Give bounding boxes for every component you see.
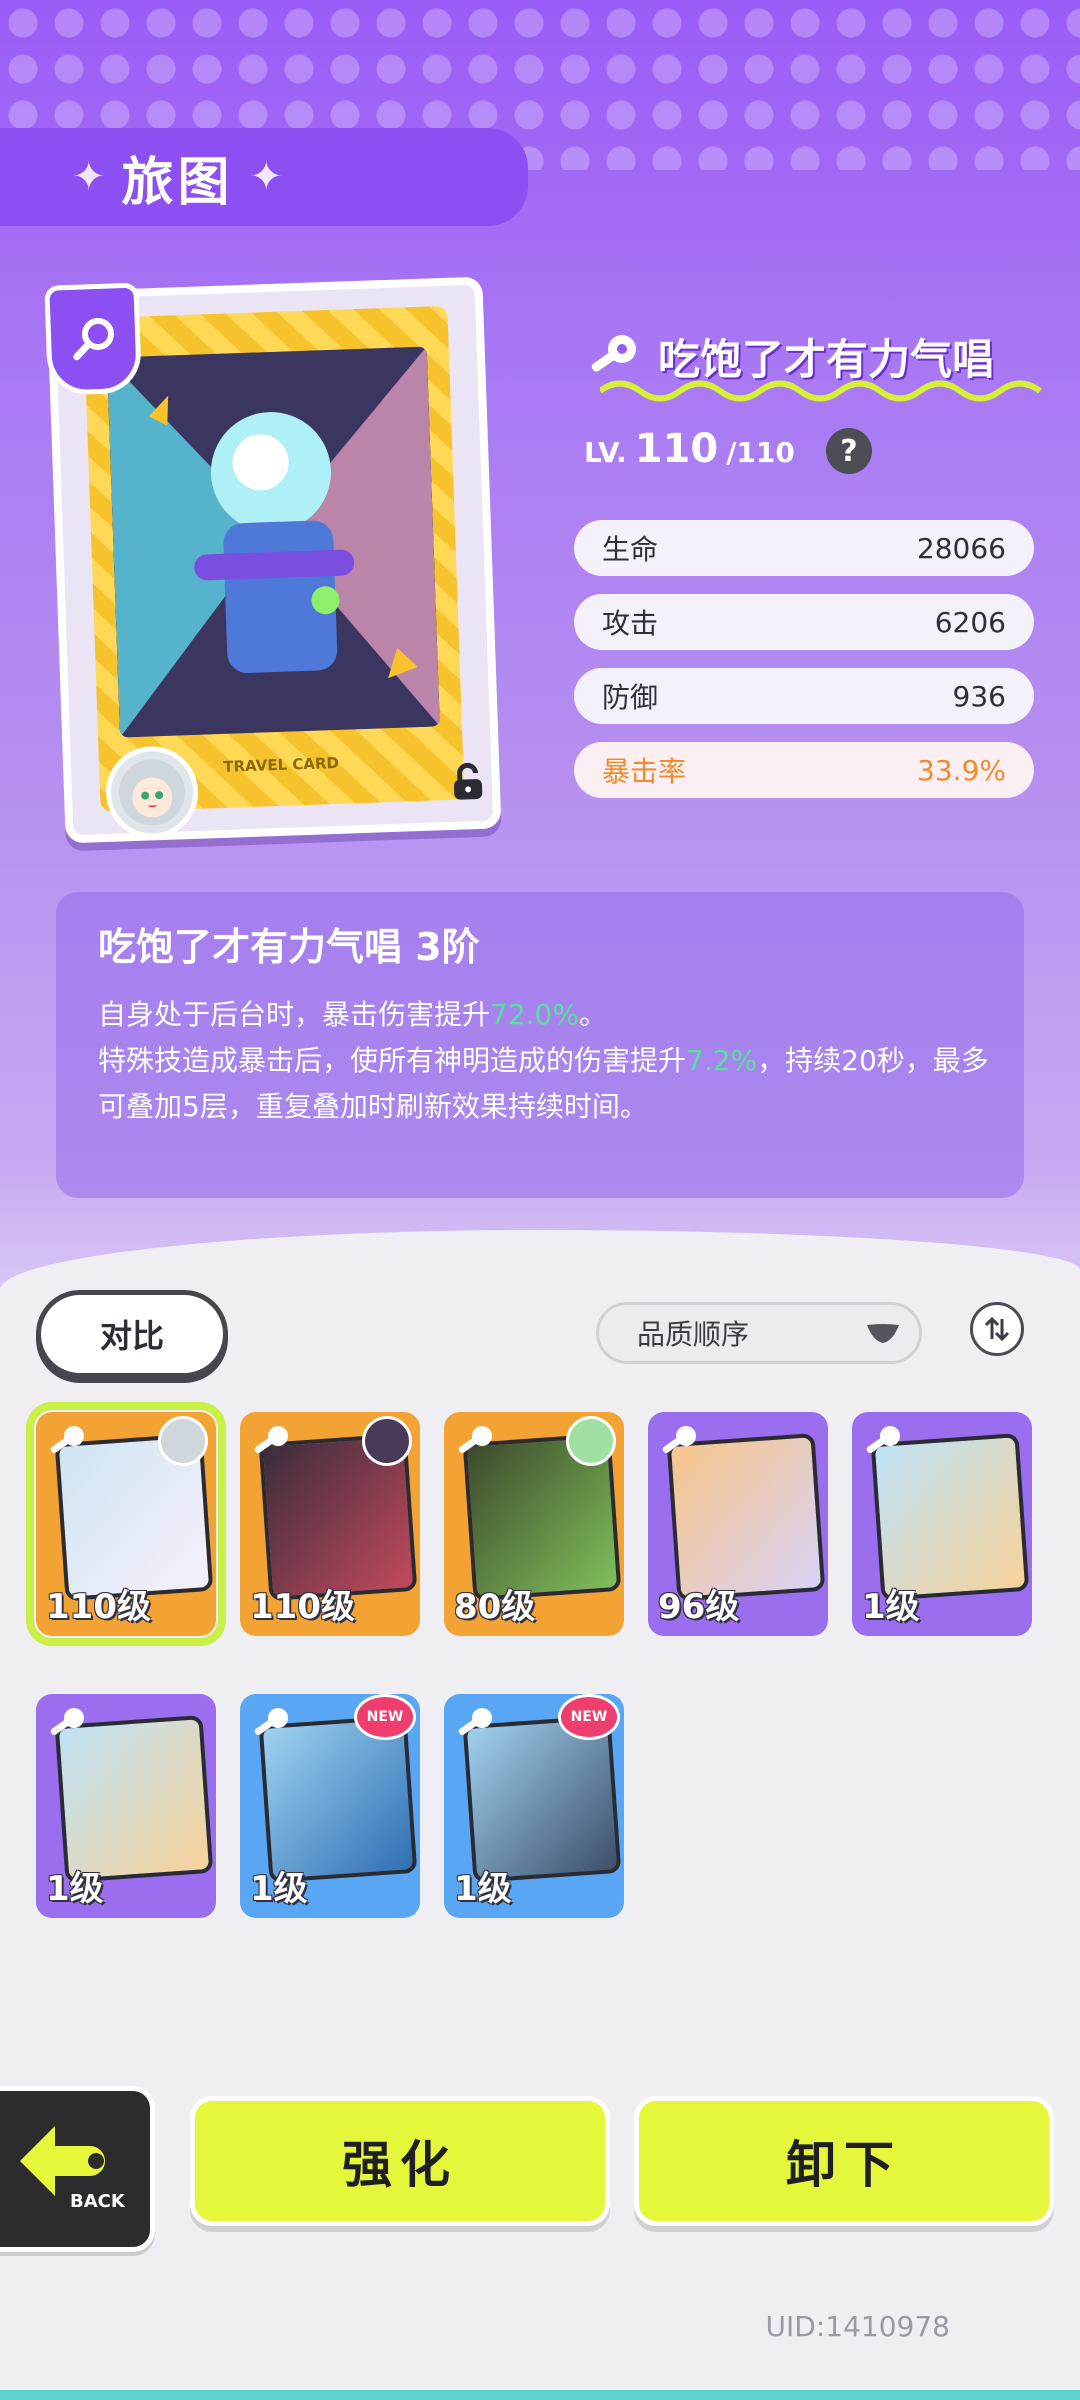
key-icon [458,1426,492,1454]
magnifier-icon [73,318,115,361]
tile-level: 110级 [250,1587,355,1627]
skill-text: 自身处于后台时，暴击伤害提升72.0%。 特殊技造成暴击后，使所有神明造成的伤害… [98,992,998,1130]
stat-hp: 生命 28066 [574,520,1034,576]
unequip-button[interactable]: 卸下 [634,2096,1054,2226]
sparkle-icon: ✦ [72,154,106,200]
card-frame: TRAVEL CARD [83,305,465,813]
card-tile[interactable]: 1级 [852,1412,1032,1636]
stat-value: 936 [952,679,1006,713]
tile-level: 1级 [46,1869,104,1909]
user-id: UID:1410978 [765,2310,950,2343]
sort-arrows-icon [984,1316,1010,1342]
avatar [566,1416,616,1466]
level-max: /110 [726,436,795,469]
skill-title: 吃饱了才有力气唱 3阶 [98,925,480,969]
card-tile[interactable]: 110级 [240,1412,420,1636]
new-badge: NEW [558,1694,620,1740]
tile-level: 1级 [250,1869,308,1909]
stat-value: 28066 [916,531,1006,565]
level-display: LV. 110 /110 [584,426,795,472]
key-icon [662,1426,696,1454]
stat-label: 暴击率 [602,755,687,788]
desc-text: 。 [578,998,607,1031]
key-icon [458,1708,492,1736]
page-title: 旅图 [121,152,234,213]
card-tile[interactable]: NEW 1级 [444,1694,624,1918]
sparkle-icon: ✦ [249,154,284,200]
card-tile[interactable]: 96级 [648,1412,828,1636]
avatar [158,1416,208,1466]
desc-highlight: 7.2% [686,1044,758,1077]
stat-crit-rate: 暴击率 33.9% [574,742,1034,798]
card-tile[interactable]: NEW 1级 [240,1694,420,1918]
compare-button[interactable]: 对比 [36,1290,228,1378]
lock-icon[interactable] [447,761,488,802]
key-icon [254,1426,288,1454]
stat-label: 防御 [602,681,659,714]
help-icon[interactable]: ? [826,428,872,474]
tile-level: 80级 [454,1587,536,1627]
character-face-icon [119,759,186,826]
title-banner: ✦ 旅图 ✦ [0,128,528,226]
character-illustration [106,346,440,738]
key-icon [50,1708,84,1736]
card-tile[interactable]: 1级 [36,1694,216,1918]
card-tile[interactable]: 80级 [444,1412,624,1636]
stat-value: 6206 [934,605,1006,639]
tile-level: 110级 [46,1587,151,1627]
tile-level: 1级 [862,1587,920,1627]
magnifier-badge[interactable] [44,282,143,396]
key-icon [50,1426,84,1454]
desc-text: 特殊技造成暴击后，使所有神明造成的伤害提升 [98,1044,687,1077]
stat-label: 生命 [602,533,659,566]
level-value: 110 [634,426,719,472]
back-button[interactable]: BACK [0,2086,155,2252]
skill-description-panel: 吃饱了才有力气唱 3阶 自身处于后台时，暴击伤害提升72.0%。 特殊技造成暴击… [56,892,1024,1198]
bottom-accent-bar [0,2390,1080,2400]
sort-order-toggle[interactable] [970,1302,1024,1356]
enhance-button[interactable]: 强化 [190,2096,610,2226]
name-underline [600,380,1042,402]
sort-dropdown[interactable]: 品质顺序 [596,1302,922,1364]
sort-label: 品质顺序 [637,1318,750,1351]
card-artwork [106,346,440,738]
back-label: BACK [70,2191,125,2212]
travel-card[interactable]: TRAVEL CARD [44,276,502,844]
stat-attack: 攻击 6206 [574,594,1034,650]
new-badge: NEW [354,1694,416,1740]
stat-label: 攻击 [602,607,659,640]
key-icon [254,1708,288,1736]
avatar [362,1416,412,1466]
desc-text: 自身处于后台时，暴击伤害提升 [98,998,491,1031]
tile-level: 1级 [454,1869,512,1909]
card-tile[interactable]: 110级 [26,1402,226,1646]
stat-defense: 防御 936 [574,668,1034,724]
chevron-down-icon [867,1324,899,1343]
tile-level: 96级 [658,1587,740,1627]
key-icon [866,1426,900,1454]
level-prefix: LV. [584,436,627,469]
stat-value: 33.9% [917,753,1006,787]
desc-highlight: 72.0% [490,998,579,1031]
